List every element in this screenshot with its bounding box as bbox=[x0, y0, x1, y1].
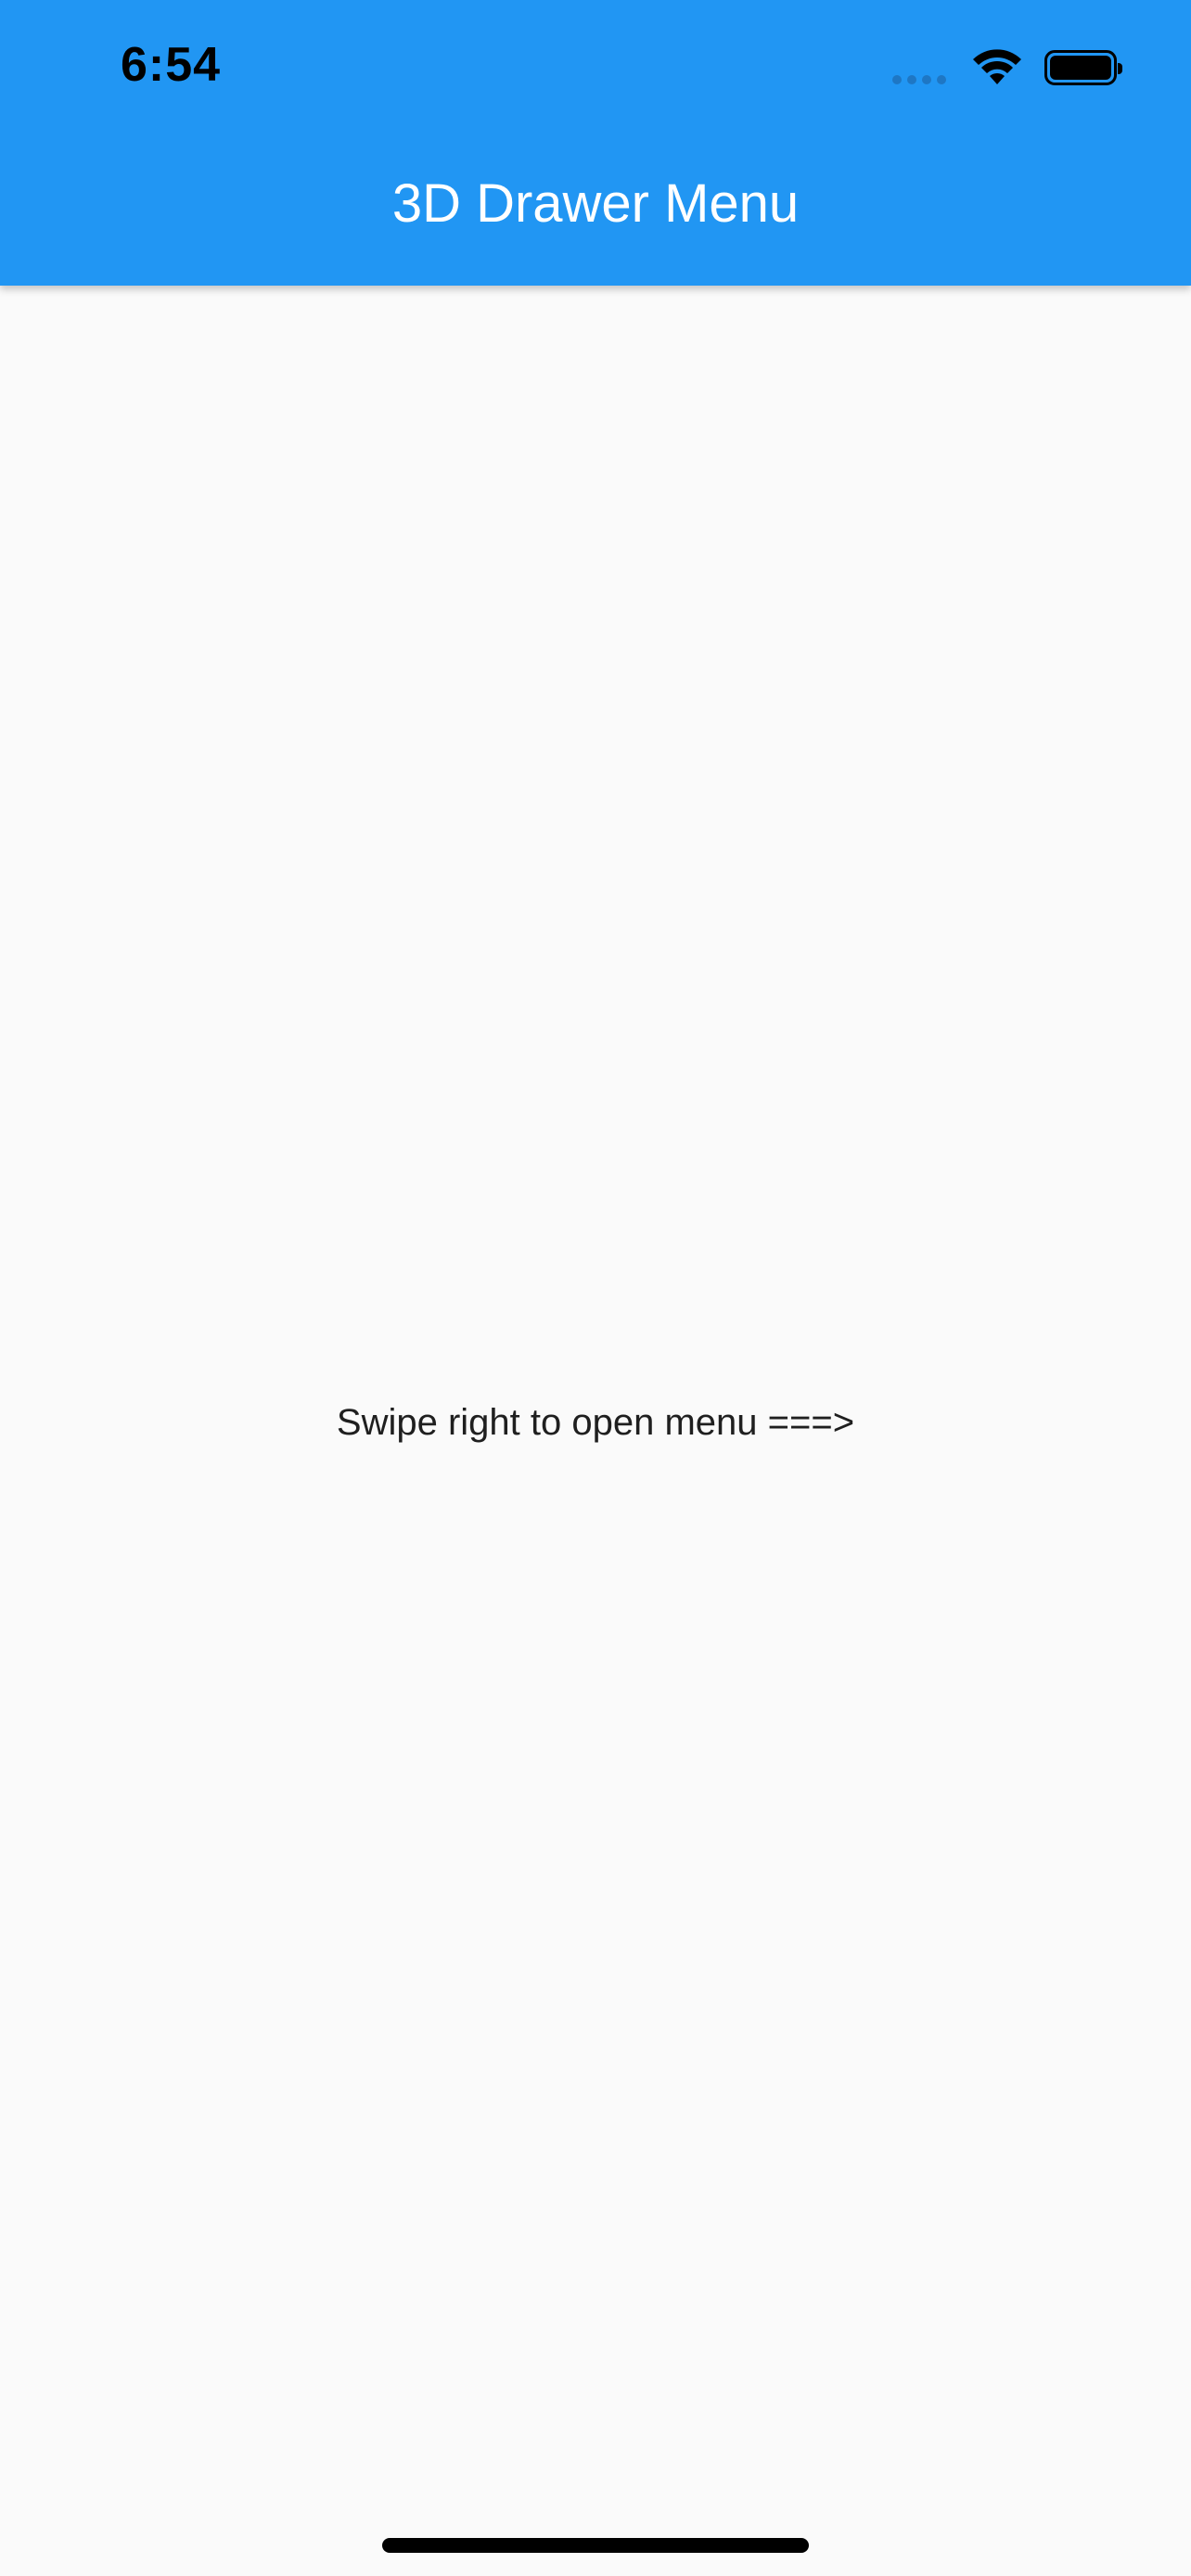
app-bar-title: 3D Drawer Menu bbox=[391, 173, 800, 234]
app-bar: 6:54 3D Drawer Menu bbox=[0, 0, 1191, 286]
wifi-icon bbox=[973, 49, 1021, 84]
app-screen: 6:54 3D Drawer Menu Swipe right to open … bbox=[0, 0, 1191, 2576]
battery-icon bbox=[1044, 50, 1122, 85]
status-bar: 6:54 bbox=[0, 0, 1191, 139]
cellular-signal-icon bbox=[892, 49, 946, 86]
swipe-hint-text: Swipe right to open menu ===> bbox=[336, 1402, 855, 1443]
home-indicator[interactable] bbox=[382, 2538, 809, 2553]
status-icons bbox=[892, 46, 1122, 89]
status-time: 6:54 bbox=[121, 38, 222, 92]
